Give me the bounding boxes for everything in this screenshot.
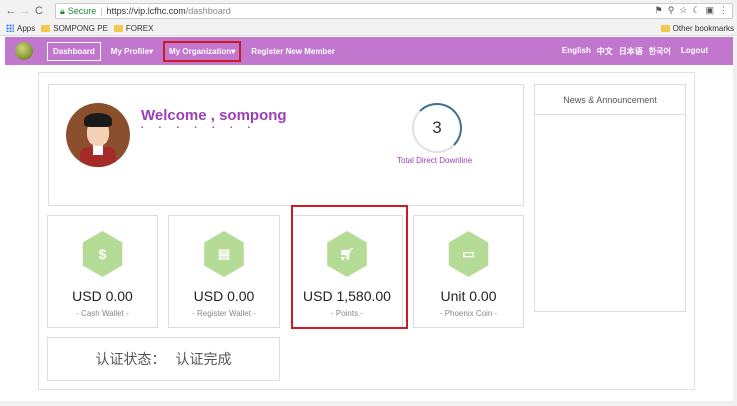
document-icon: ▤	[204, 231, 244, 277]
stat-card-register-wallet[interactable]: ▤ USD 0.00 - Register Wallet -	[168, 215, 280, 328]
nav-my-organization[interactable]: My Organization▾	[163, 40, 242, 62]
caret-down-icon: ▾	[149, 46, 154, 56]
stat-label: - Register Wallet -	[192, 309, 256, 318]
dollar-icon: $	[82, 231, 123, 277]
url-field[interactable]: 🔒︎ Secure | https://vip.lcfhc.com /dashb…	[55, 3, 733, 19]
url-path: /dashboard	[185, 6, 231, 16]
bookmark-forex[interactable]: FOREX	[113, 24, 153, 33]
browser-window: ← → C 🔒︎ Secure | https://vip.lcfhc.com …	[0, 0, 737, 406]
extension-icon[interactable]: ☾	[692, 5, 700, 16]
bookmarks-bar: Apps SOMPONG PE FOREX Other bookmarks	[0, 21, 737, 36]
translate-icon[interactable]: ⚑	[655, 5, 663, 16]
extension-2-icon[interactable]: ▣	[705, 5, 714, 16]
avatar	[66, 103, 130, 167]
lang-japanese[interactable]: 日本语	[619, 46, 643, 57]
nav-my-profile[interactable]: My Profile▾	[111, 47, 153, 56]
stat-card-cash-wallet[interactable]: $ USD 0.00 - Cash Wallet -	[47, 215, 158, 328]
stat-value: Unit 0.00	[440, 288, 497, 304]
welcome-text: Welcome , sompong	[141, 107, 287, 124]
url-host: https://vip.lcfhc.com	[106, 6, 186, 16]
news-title: News & Announcement	[535, 85, 685, 115]
stat-value: USD 0.00	[193, 288, 255, 304]
back-icon[interactable]: ←	[4, 5, 18, 17]
site-logo[interactable]	[15, 42, 33, 60]
welcome-underline: ▪ ▪ ▪ ▪ ▪ ▪ ▪	[141, 125, 257, 131]
verification-value: 认证完成	[175, 351, 232, 367]
news-panel: News & Announcement	[534, 84, 686, 312]
verification-label: 认证状态：	[95, 351, 166, 367]
secure-label: Secure	[67, 6, 97, 16]
bookmark-sompong[interactable]: SOMPONG PE	[41, 24, 108, 33]
lang-english[interactable]: English	[562, 46, 591, 57]
folder-icon	[660, 25, 670, 32]
apps-grid-icon	[6, 24, 14, 32]
logout-link[interactable]: Logout	[681, 46, 708, 57]
stat-value: USD 0.00	[72, 288, 133, 304]
other-bookmarks[interactable]: Other bookmarks	[660, 24, 734, 33]
language-menu: English 中文 日本语 한국어 Logout	[562, 46, 708, 57]
nav-register-new-member[interactable]: Register New Member	[251, 47, 335, 56]
vertical-scrollbar[interactable]	[733, 37, 737, 406]
lang-korean[interactable]: 한국어	[649, 46, 671, 57]
reload-icon[interactable]: C	[32, 5, 46, 17]
folder-icon	[113, 24, 123, 32]
lang-chinese[interactable]: 中文	[597, 46, 613, 57]
folder-icon	[41, 24, 51, 32]
star-icon[interactable]: ☆	[679, 5, 687, 16]
forward-icon[interactable]: →	[18, 5, 32, 17]
points-highlight-box	[291, 205, 408, 329]
address-bar-row: ← → C 🔒︎ Secure | https://vip.lcfhc.com …	[0, 0, 737, 21]
zoom-icon[interactable]: ⚲	[668, 5, 675, 16]
downline-count: 3	[412, 103, 462, 153]
horizontal-scrollbar[interactable]	[0, 401, 737, 406]
downline-label: Total Direct Downline	[397, 156, 473, 165]
menu-icon[interactable]: ⋮	[719, 5, 728, 16]
stat-label: - Cash Wallet -	[76, 309, 129, 318]
bookmark-apps[interactable]: Apps	[6, 24, 35, 33]
caret-down-icon: ▾	[231, 46, 236, 56]
stat-label: - Phoenix Coin -	[439, 309, 498, 318]
top-navigation: Dashboard My Profile▾ My Organization▾ R…	[5, 37, 735, 65]
stat-card-phoenix-coin[interactable]: ▭ Unit 0.00 - Phoenix Coin -	[413, 215, 524, 328]
lock-icon: 🔒︎	[60, 5, 65, 16]
welcome-card: Welcome , sompong ▪ ▪ ▪ ▪ ▪ ▪ ▪ 3 Total …	[48, 84, 524, 206]
nav-dashboard[interactable]: Dashboard	[47, 41, 101, 61]
laptop-icon: ▭	[448, 231, 489, 277]
verification-status: 认证状态： 认证完成	[47, 337, 280, 381]
